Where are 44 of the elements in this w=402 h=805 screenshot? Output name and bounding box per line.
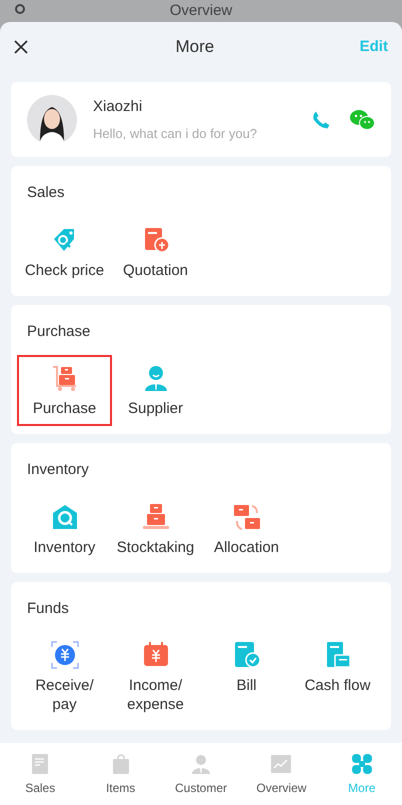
section-title: Funds bbox=[26, 598, 70, 618]
line-chart-icon bbox=[270, 753, 292, 775]
menu-item-label: Allocation bbox=[212, 538, 280, 556]
greeting-text: Hello, what can i do for you? bbox=[93, 124, 258, 143]
header-title: More bbox=[175, 36, 214, 58]
menu-item[interactable]: Inventory bbox=[19, 496, 110, 562]
stacked-boxes-icon bbox=[140, 502, 170, 532]
section-title: Inventory bbox=[26, 460, 90, 480]
clover-icon bbox=[350, 753, 373, 775]
tab[interactable]: Sales bbox=[0, 743, 80, 805]
close-icon bbox=[14, 40, 28, 54]
menu-item-label: Inventory bbox=[32, 538, 96, 556]
close-button[interactable] bbox=[14, 39, 30, 55]
menu-item[interactable]: Allocation bbox=[201, 496, 292, 562]
menu-item-label: Cash flow bbox=[304, 676, 372, 695]
menu-item-label: Quotation bbox=[122, 260, 190, 280]
avatar bbox=[27, 94, 77, 144]
menu-item-label: Purchase bbox=[32, 399, 98, 418]
coin-scan-icon bbox=[50, 640, 80, 670]
menu-item[interactable]: Purchase bbox=[19, 357, 110, 424]
background-title: Overview bbox=[170, 2, 232, 20]
chat-bubbles-icon bbox=[349, 108, 375, 130]
menu-item-label: Receive/ pay bbox=[34, 676, 95, 714]
tab[interactable]: Items bbox=[80, 743, 161, 805]
menu-item[interactable]: Quotation bbox=[110, 218, 201, 286]
menu-item-label: Stocktaking bbox=[116, 538, 196, 556]
section-title: Sales bbox=[26, 183, 66, 203]
section-title: Purchase bbox=[26, 322, 92, 342]
menu-item-label: Income/ expense bbox=[126, 676, 185, 714]
menu-item[interactable]: Cash flow bbox=[292, 634, 383, 720]
tab[interactable]: Customer bbox=[160, 743, 242, 805]
phone-icon bbox=[311, 110, 331, 130]
menu-item-label: Supplier bbox=[126, 399, 184, 418]
menu-item[interactable]: Supplier bbox=[110, 357, 201, 424]
tab[interactable]: Overview bbox=[241, 743, 322, 805]
assistant-name: Xiaozhi bbox=[93, 97, 144, 117]
menu-item[interactable]: Receive/ pay bbox=[19, 634, 110, 720]
chat-button[interactable] bbox=[349, 108, 375, 132]
menu-item[interactable]: Check price bbox=[19, 218, 110, 286]
menu-item[interactable]: Bill bbox=[201, 634, 292, 720]
menu-item-label: Bill bbox=[235, 676, 258, 695]
menu-item[interactable]: Stocktaking bbox=[110, 496, 201, 562]
menu-item-label: Check price bbox=[24, 260, 104, 280]
menu-item[interactable]: Income/ expense bbox=[110, 634, 201, 720]
